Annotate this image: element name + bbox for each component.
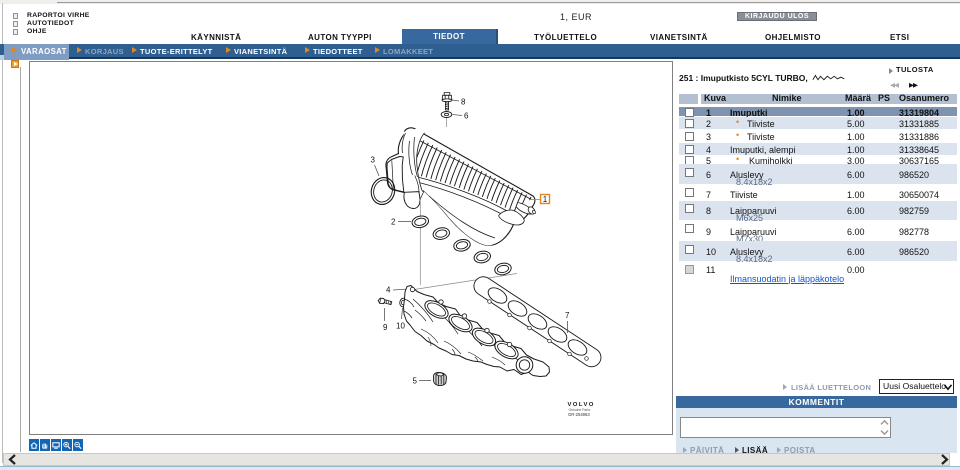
svg-text:6: 6	[464, 112, 469, 121]
svg-text:5: 5	[413, 377, 418, 386]
svg-text:10: 10	[396, 322, 405, 331]
svg-text:2: 2	[391, 218, 396, 227]
svg-text:3: 3	[371, 156, 376, 165]
svg-text:7: 7	[565, 311, 570, 320]
svg-text:8: 8	[461, 98, 466, 107]
svg-text:9: 9	[383, 323, 388, 332]
svg-text:4: 4	[386, 286, 391, 295]
svg-text:GR-254963: GR-254963	[568, 412, 590, 417]
svg-text:1: 1	[543, 195, 548, 204]
